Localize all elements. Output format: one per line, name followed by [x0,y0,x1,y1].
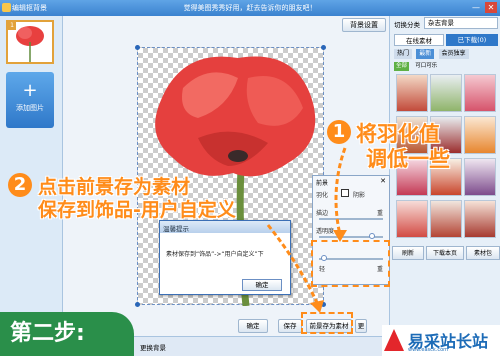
dialog-message: 素材保存到“饰品”->“用户自定义”下 [166,251,264,258]
step-1-text-line2: 调低一些 [366,147,450,171]
material-thumbnail[interactable] [464,158,496,196]
shadow-checkbox[interactable] [341,189,349,197]
step-badge: 第二步: [0,312,134,356]
add-image-button[interactable]: + 添加图片 [6,72,54,128]
resize-handle-top-right[interactable] [321,45,326,50]
heavy-label: 重 [377,210,384,217]
category-label: 切换分类 [394,21,420,29]
window-slogan: 觉得美图秀秀好用，赶去告诉你的朋友吧！ [183,4,317,12]
minimize-button[interactable]: — [470,2,482,13]
more-button[interactable]: 更 [355,319,367,333]
feather-highlight-box [311,240,390,287]
brand-url: www.easck.com [408,347,449,353]
shadow-label: 阴影 [353,192,366,199]
confirm-button[interactable]: 确定 [238,319,268,333]
material-thumbnail[interactable] [464,200,496,238]
subtab-hot[interactable]: 热门 [394,49,413,59]
download-page-button[interactable]: 下载本页 [426,246,464,260]
tab-downloaded[interactable]: 已下载(0) [446,34,498,46]
title-bar: 编辑抠背景 觉得美图秀秀好用，赶去告诉你的朋友吧！ — ✕ [0,0,500,16]
stroke-slider[interactable] [319,218,383,220]
filter-all[interactable]: 全部 [394,62,410,71]
tab-online-material[interactable]: 在线素材 [394,34,444,46]
image-thumbnail[interactable]: 1 [6,20,54,64]
resize-handle-bottom-left[interactable] [135,302,140,307]
subtab-newest[interactable]: 最新 [416,49,435,59]
category-select[interactable]: 杂志背景 [424,17,498,29]
resize-handle-top-left[interactable] [135,45,140,50]
material-subtabs: 热门 最新 会员独享 [394,49,498,59]
stroke-label: 描边 [316,210,329,217]
filter-cocacola[interactable]: 可口可乐 [413,62,439,71]
edge-label: 羽化 [316,192,329,199]
step-2-text-line2: 保存到饰品-用户自定义 [38,199,236,221]
material-panel: 切换分类 杂志背景 在线素材 已下载(0) 热门 最新 会员独享 全部 可口可乐… [389,16,500,336]
thumbnail-number: 1 [8,22,16,30]
material-bottom-buttons: 刷新 下载本页 素材包 [392,246,500,260]
brand-watermark: 易采站长站 www.easck.com [382,325,500,356]
subtab-vip[interactable]: 会员独享 [438,49,469,59]
dialog-ok-button[interactable]: 确定 [242,279,282,291]
material-tabs: 在线素材 已下载(0) [394,34,498,46]
material-pack-button[interactable]: 素材包 [466,246,500,260]
panel-title: 前景 [316,180,329,187]
dialog-title: 温馨提示 [163,225,189,233]
material-thumbnail[interactable] [396,200,428,238]
dialog-titlebar: 温馨提示 [160,221,290,233]
plus-icon: + [22,80,38,101]
material-filters: 全部 可口可乐 [394,61,441,71]
material-thumbnail[interactable] [430,74,462,112]
save-as-material-highlight-box [301,312,353,334]
refresh-button[interactable]: 刷新 [392,246,424,260]
material-thumbnail[interactable] [464,74,496,112]
background-settings-button[interactable]: 背景设置 [342,18,386,32]
brand-logo-icon [384,329,404,351]
step-1-badge: 1 [327,120,351,144]
tip-dialog: 温馨提示 素材保存到“饰品”->“用户自定义”下 确定 [159,220,291,295]
resize-handle-bottom-right[interactable] [321,302,326,307]
material-thumbnail[interactable] [430,200,462,238]
save-button[interactable]: 保存 [278,319,302,333]
material-thumbnail[interactable] [464,116,496,154]
transparency-knob[interactable] [369,233,375,239]
material-thumbnail[interactable] [396,74,428,112]
close-button[interactable]: ✕ [485,2,497,13]
transparency-label: 透明度 [316,228,335,235]
panel-close-icon[interactable]: ✕ [380,177,386,185]
status-text: 更换背景 [140,344,166,352]
step-2-badge: 2 [8,173,32,197]
add-image-label: 添加图片 [16,104,44,112]
